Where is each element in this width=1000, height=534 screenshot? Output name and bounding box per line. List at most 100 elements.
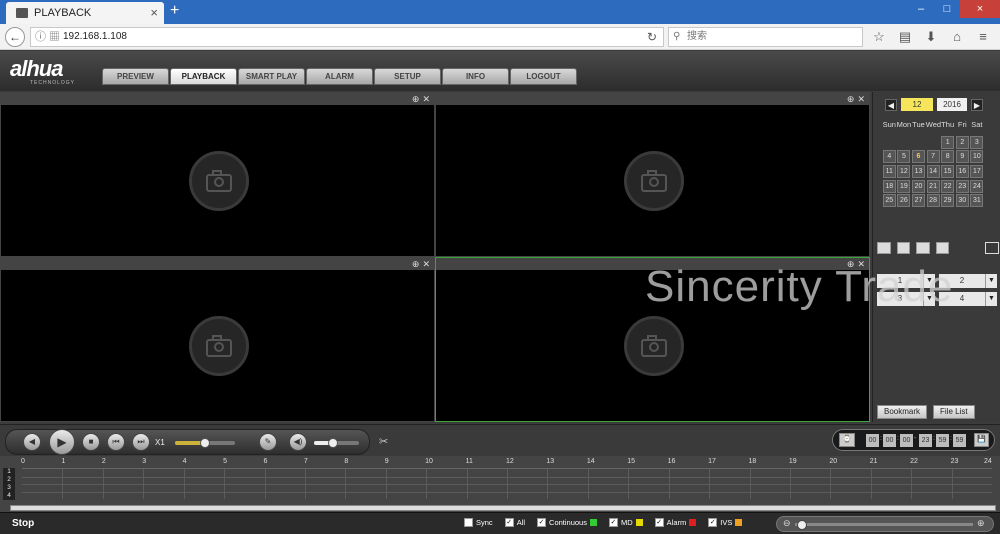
- timeline-scrollbar[interactable]: [10, 505, 996, 511]
- snapshot-icon[interactable]: ✎: [259, 433, 277, 451]
- legend-all[interactable]: ✓ All: [504, 518, 525, 527]
- speed-slider-knob[interactable]: [200, 438, 210, 448]
- calendar-day[interactable]: 6: [911, 150, 925, 164]
- zoom-in-icon[interactable]: ⊕: [977, 518, 985, 529]
- calendar-day[interactable]: 8: [941, 150, 955, 164]
- prev-month-icon[interactable]: ◀: [885, 98, 897, 111]
- calendar-day[interactable]: 17: [970, 164, 984, 178]
- end-second[interactable]: 59: [953, 434, 966, 447]
- calendar-day[interactable]: 31: [970, 194, 984, 208]
- calendar-day[interactable]: 12: [897, 164, 911, 178]
- timeline-grid[interactable]: [22, 468, 992, 499]
- legend-md[interactable]: ✓ MD: [608, 518, 643, 527]
- play-icon[interactable]: ▶: [49, 429, 75, 455]
- calendar-day[interactable]: 24: [970, 179, 984, 193]
- calendar-day[interactable]: 27: [911, 194, 925, 208]
- zoom-in-icon[interactable]: ⊕: [412, 258, 420, 270]
- checkbox[interactable]: ✓: [654, 518, 664, 527]
- save-icon[interactable]: 💾: [974, 433, 989, 447]
- fast-icon[interactable]: ⏭: [132, 433, 150, 451]
- legend-continuous[interactable]: ✓ Continuous: [537, 518, 597, 527]
- tab-close-icon[interactable]: ×: [150, 5, 158, 20]
- calendar-day[interactable]: 9: [955, 150, 969, 164]
- close-icon[interactable]: ✕: [422, 258, 430, 270]
- play-backward-icon[interactable]: ◀: [23, 433, 41, 451]
- calendar-day[interactable]: 26: [897, 194, 911, 208]
- menu-alarm[interactable]: ALARM: [306, 68, 373, 85]
- end-minute[interactable]: 59: [936, 434, 949, 447]
- bookmark-button[interactable]: Bookmark: [877, 405, 928, 419]
- stop-icon[interactable]: ■: [82, 433, 100, 451]
- video-pane-2[interactable]: ⊕ ✕: [435, 92, 870, 257]
- close-icon[interactable]: ✕: [857, 93, 865, 105]
- calendar-day[interactable]: 5: [897, 150, 911, 164]
- fullscreen-icon[interactable]: [985, 242, 999, 254]
- slow-icon[interactable]: ⏮: [107, 433, 125, 451]
- layout-16-icon[interactable]: [935, 242, 950, 254]
- address-bar[interactable]: ⓘ ▦ 192.168.1.108 ↻: [30, 27, 664, 47]
- calendar-day[interactable]: 3: [970, 135, 984, 149]
- layout-1-icon[interactable]: [877, 242, 891, 254]
- menu-setup[interactable]: SETUP: [374, 68, 441, 85]
- legend-ivs[interactable]: ✓ IVS: [708, 518, 743, 527]
- bookmark-star-icon[interactable]: ☆: [870, 27, 888, 47]
- calendar-day[interactable]: 18: [882, 179, 896, 193]
- year-field[interactable]: 2016: [937, 98, 967, 111]
- browser-tab[interactable]: PLAYBACK ×: [6, 2, 164, 24]
- legend-sync[interactable]: Sync: [464, 518, 493, 527]
- calendar-day[interactable]: 1: [941, 135, 955, 149]
- search-input[interactable]: ⚲ 搜索: [668, 27, 863, 47]
- calendar-day[interactable]: 21: [926, 179, 940, 193]
- calendar-day[interactable]: 22: [941, 179, 955, 193]
- calendar-day[interactable]: 19: [897, 179, 911, 193]
- checkbox[interactable]: [464, 518, 473, 527]
- chevron-down-icon[interactable]: ▼: [985, 292, 997, 306]
- start-second[interactable]: 00: [900, 434, 913, 447]
- menu-smart-play[interactable]: SMART PLAY: [238, 68, 305, 85]
- zoom-in-icon[interactable]: ⊕: [847, 93, 855, 105]
- calendar-day[interactable]: 23: [955, 179, 969, 193]
- calendar-day[interactable]: 20: [911, 179, 925, 193]
- menu-icon[interactable]: ≡: [974, 27, 992, 47]
- layout-9-icon[interactable]: [916, 242, 930, 254]
- next-month-icon[interactable]: ▶: [971, 98, 983, 111]
- clip-mode-icon[interactable]: ⌚: [839, 433, 855, 447]
- volume-slider-knob[interactable]: [328, 438, 338, 448]
- month-field[interactable]: 12: [901, 98, 933, 111]
- clip-icon[interactable]: ✂: [379, 435, 388, 448]
- calendar-day[interactable]: 14: [926, 164, 940, 178]
- checkbox[interactable]: ✓: [708, 518, 718, 527]
- calendar-day[interactable]: 7: [926, 150, 940, 164]
- calendar-day[interactable]: 29: [941, 194, 955, 208]
- chevron-down-icon[interactable]: ▼: [985, 274, 997, 288]
- zoom-in-icon[interactable]: ⊕: [412, 93, 420, 105]
- checkbox[interactable]: ✓: [504, 518, 514, 527]
- maximize-icon[interactable]: □: [934, 0, 960, 18]
- volume-icon[interactable]: ◀): [289, 433, 307, 451]
- calendar-day[interactable]: 4: [882, 150, 896, 164]
- calendar-day[interactable]: 2: [955, 135, 969, 149]
- video-pane-3[interactable]: ⊕ ✕: [0, 257, 435, 422]
- download-icon[interactable]: ⬇: [922, 27, 940, 47]
- calendar-day[interactable]: 13: [911, 164, 925, 178]
- home-icon[interactable]: ⌂: [948, 27, 966, 47]
- calendar-day[interactable]: 16: [955, 164, 969, 178]
- zoom-slider-knob[interactable]: [797, 520, 807, 530]
- close-icon[interactable]: ✕: [422, 93, 430, 105]
- calendar-day[interactable]: 11: [882, 164, 896, 178]
- legend-alarm[interactable]: ✓ Alarm: [654, 518, 697, 527]
- checkbox[interactable]: ✓: [537, 518, 547, 527]
- checkbox[interactable]: ✓: [608, 518, 618, 527]
- end-hour[interactable]: 23: [919, 434, 932, 447]
- reload-icon[interactable]: ↻: [647, 28, 657, 46]
- menu-logout[interactable]: LOGOUT: [510, 68, 577, 85]
- calendar-day[interactable]: 28: [926, 194, 940, 208]
- back-icon[interactable]: ←: [5, 27, 25, 47]
- video-pane-1[interactable]: ⊕ ✕: [0, 92, 435, 257]
- minimize-icon[interactable]: –: [908, 0, 934, 18]
- reading-list-icon[interactable]: ▤: [896, 27, 914, 47]
- calendar-day[interactable]: 30: [955, 194, 969, 208]
- menu-preview[interactable]: PREVIEW: [102, 68, 169, 85]
- menu-playback[interactable]: PLAYBACK: [170, 68, 237, 85]
- layout-4-icon[interactable]: [896, 242, 911, 254]
